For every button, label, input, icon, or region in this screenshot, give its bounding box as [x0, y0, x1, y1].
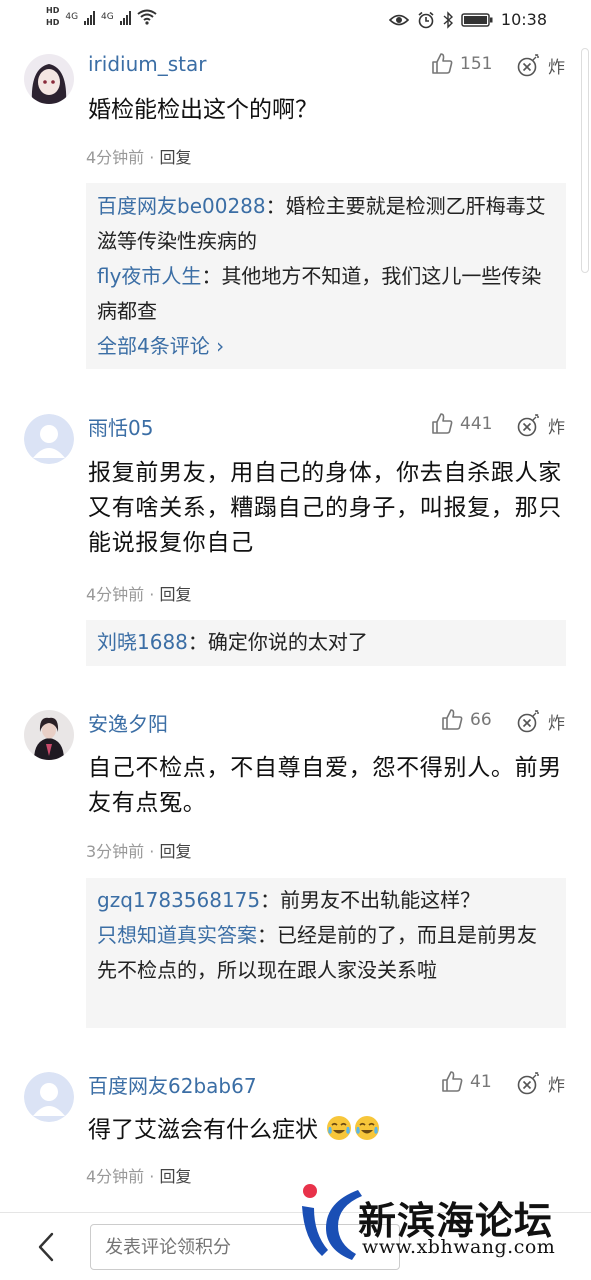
like-button[interactable]: 41 [440, 1070, 492, 1094]
comment-time: 3分钟前 [86, 842, 145, 861]
bomb-icon [517, 54, 539, 77]
status-right: 10:38 [388, 10, 547, 29]
alarm-icon [418, 11, 434, 28]
like-count: 41 [470, 1072, 492, 1092]
boom-label: 炸 [548, 713, 565, 734]
comment-text: 自己不检点，不自尊自爱，怨不得别人。前男友有点冤。 [88, 755, 562, 816]
reply-username[interactable]: gzq1783568175 [97, 888, 260, 912]
scrollbar[interactable] [581, 48, 589, 273]
avatar[interactable] [24, 710, 74, 760]
chevron-right-icon: › [216, 334, 225, 358]
reply-separator: ： [201, 264, 222, 288]
boom-button[interactable]: 炸 [516, 708, 565, 734]
avatar[interactable] [24, 54, 74, 104]
view-all-label: 全部4条评论 [97, 334, 210, 358]
bomb-icon [517, 1072, 539, 1095]
comment-text: 得了艾滋会有什么症状 [88, 1113, 573, 1148]
reply-button[interactable]: 回复 [159, 585, 191, 604]
wifi-icon [137, 9, 157, 25]
reply-text: 前男友不出轨能这样？ [280, 888, 481, 912]
eye-icon [388, 14, 409, 25]
reply-button[interactable]: 回复 [159, 842, 191, 861]
like-button[interactable]: 441 [430, 412, 492, 436]
reply-list: gzq1783568175：前男友不出轨能这样？ 只想知道真实答案：已经是前的了… [86, 878, 566, 1028]
bluetooth-icon [443, 10, 453, 29]
hd-badge-1: HD [46, 6, 60, 15]
signal-icon [119, 9, 131, 25]
reply-separator: ： [187, 630, 208, 654]
thumbs-up-icon [442, 1071, 463, 1092]
reply-item[interactable]: fly夜市人生：其他地方不知道，我们这儿一些传染病都查 [97, 259, 554, 329]
clock: 10:38 [500, 10, 547, 29]
hd-indicators: HD HD [46, 6, 59, 28]
reply-list: 百度网友be00288：婚检主要就是检测乙肝梅毒艾滋等传染性疾病的 fly夜市人… [86, 183, 566, 369]
reply-separator: ： [265, 194, 286, 218]
username[interactable]: 雨恬05 [88, 412, 153, 441]
boom-label: 炸 [548, 417, 565, 438]
site-watermark: 新滨海论坛 www.xbhwang.com [296, 1180, 591, 1280]
boom-button[interactable]: 炸 [516, 1070, 565, 1096]
like-count: 441 [460, 414, 493, 434]
username[interactable]: 百度网友62bab67 [88, 1070, 257, 1099]
reply-item[interactable]: 刘晓1688：确定你说的太对了 [97, 625, 554, 660]
reply-button[interactable]: 回复 [159, 148, 191, 167]
like-count: 151 [460, 54, 493, 74]
reply-item[interactable]: 只想知道真实答案：已经是前的了，而且是前男友先不检点的，所以现在跟人家没关系啦 [97, 918, 554, 988]
status-left: HD HD 4G 4G [46, 6, 157, 28]
reply-item[interactable]: gzq1783568175：前男友不出轨能这样？ [97, 883, 554, 918]
comment-time: 4分钟前 [86, 148, 145, 167]
like-button[interactable]: 151 [430, 52, 492, 76]
boom-button[interactable]: 炸 [516, 412, 565, 438]
view-all-replies-link[interactable]: 全部4条评论 › [97, 329, 554, 363]
comment-meta: 4分钟前 · 回复 [86, 148, 192, 167]
hd-badge-2: HD [46, 18, 60, 27]
battery-icon [461, 12, 493, 27]
back-arrow-icon[interactable] [32, 1230, 62, 1264]
comment-time: 4分钟前 [86, 1167, 145, 1186]
boom-label: 炸 [548, 57, 565, 78]
comment-text-content: 得了艾滋会有什么症状 [88, 1117, 318, 1143]
reply-separator: ： [257, 923, 277, 947]
network-type-1: 4G [65, 12, 79, 22]
signal-icon [84, 9, 96, 25]
comment-time: 4分钟前 [86, 585, 145, 604]
boom-button[interactable]: 炸 [516, 52, 565, 78]
watermark-url: www.xbhwang.com [362, 1236, 556, 1258]
avatar[interactable] [24, 414, 74, 464]
thumbs-up-icon [442, 709, 463, 730]
crying-laughing-emoji-icon [327, 1116, 352, 1140]
thumbs-up-icon [432, 413, 453, 434]
reply-item[interactable]: 百度网友be00288：婚检主要就是检测乙肝梅毒艾滋等传染性疾病的 [97, 189, 554, 259]
reply-text: 确定你说的太对了 [207, 630, 368, 654]
reply-separator: ： [260, 888, 281, 912]
username[interactable]: 安逸夕阳 [88, 708, 168, 737]
status-bar: HD HD 4G 4G 10:38 [0, 0, 591, 44]
like-button[interactable]: 66 [440, 708, 492, 732]
boom-label: 炸 [548, 1075, 565, 1096]
crying-laughing-emoji-icon [355, 1116, 380, 1140]
thumbs-up-icon [432, 53, 453, 74]
comment-meta: 3分钟前 · 回复 [86, 842, 192, 861]
bomb-icon [517, 710, 539, 733]
comment-meta: 4分钟前 · 回复 [86, 585, 192, 604]
comment-meta: 4分钟前 · 回复 [86, 1167, 192, 1186]
reply-username[interactable]: fly夜市人生 [97, 264, 201, 288]
reply-username[interactable]: 百度网友be00288 [97, 194, 266, 218]
reply-list: 刘晓1688：确定你说的太对了 [86, 620, 566, 666]
reply-username[interactable]: 只想知道真实答案 [97, 923, 257, 947]
network-type-2: 4G [101, 12, 114, 22]
like-count: 66 [470, 710, 492, 730]
reply-button[interactable]: 回复 [159, 1167, 191, 1186]
username[interactable]: iridium_star [88, 52, 207, 76]
bomb-icon [517, 414, 539, 437]
reply-username[interactable]: 刘晓1688 [97, 630, 188, 654]
avatar[interactable] [24, 1072, 74, 1122]
comment-text: 报复前男友，用自己的身体，你去自杀跟人家又有啥关系，糟蹋自己的身子，叫报复，那只… [88, 460, 562, 556]
comment-text: 婚检能检出这个的啊？ [88, 97, 318, 123]
